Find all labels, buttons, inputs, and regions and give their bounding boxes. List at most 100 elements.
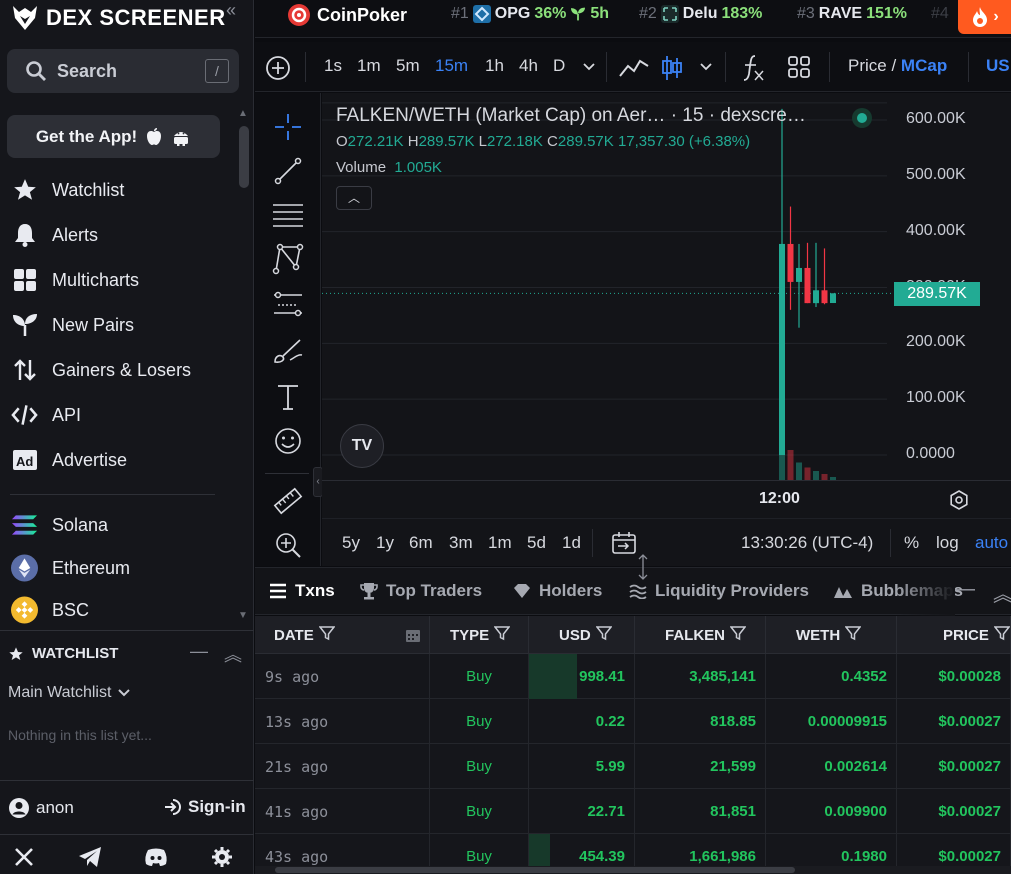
tradingview-logo[interactable]: TV [340,424,384,468]
trending-item-4[interactable]: #4 [931,5,949,23]
column-header-usd[interactable]: USD [529,616,635,654]
expand-up-icon[interactable]: ︽ [224,641,242,667]
filter-icon[interactable] [493,625,511,645]
layouts-icon[interactable] [788,56,810,78]
tab-top-traders[interactable]: Top Traders [360,581,482,601]
logo[interactable]: DEX SCREENER [10,4,226,32]
price-mcap-toggle[interactable]: Price / MCap [848,56,947,76]
user-profile[interactable]: anon [8,797,74,819]
filter-icon[interactable] [993,625,1011,645]
log-scale-button[interactable]: log [936,533,959,553]
sidebar-item-alerts[interactable]: Alerts [11,220,98,250]
table-row[interactable]: 9s ago Buy 998.41 3,485,141 0.4352 $0.00028 [255,654,1011,699]
range-5d[interactable]: 5d [527,533,546,553]
sidebar-scroll-thumb[interactable] [239,126,249,188]
range-1m[interactable]: 1m [488,533,512,553]
sidebar-chain-bsc[interactable]: BSC [11,595,89,625]
filter-icon[interactable] [729,625,747,645]
ruler-tool-icon[interactable] [270,483,306,519]
range-1d[interactable]: 1d [562,533,581,553]
brush-tool-icon[interactable] [270,333,306,369]
go-to-date-icon[interactable] [612,531,636,555]
range-3m[interactable]: 3m [449,533,473,553]
timeframe-1m[interactable]: 1m [357,56,381,76]
range-6m[interactable]: 6m [409,533,433,553]
search-button[interactable]: Search / [7,49,239,93]
sidebar-item-api[interactable]: API [11,400,81,430]
filter-icon[interactable] [595,625,613,645]
text-tool-icon[interactable] [270,379,306,415]
chart-settings-icon[interactable] [948,489,970,511]
trending-item-2[interactable]: #2 Delu 183% [639,5,762,23]
trending-item-1[interactable]: #1 OPG 36% 5h [451,5,609,23]
timeframe-15m[interactable]: 15m [435,56,468,76]
sidebar-item-new-pairs[interactable]: New Pairs [11,310,134,340]
sidebar-scrollbar[interactable]: ▲ ▼ [236,108,250,623]
timeframe-5m[interactable]: 5m [396,56,420,76]
fib-tool-icon[interactable] [270,197,306,233]
sidebar-chain-solana[interactable]: Solana [11,510,108,540]
table-row[interactable]: 41s ago Buy 22.71 81,851 0.009900 $0.00027 [255,789,1011,834]
tab-txns[interactable]: Txns [269,581,335,601]
price-chart[interactable]: FALKEN/WETH (Market Cap) on Aer… · 15 · … [322,93,1011,487]
column-header-falken[interactable]: FALKEN [635,616,766,654]
pattern-tool-icon[interactable] [270,241,306,277]
table-row[interactable]: 43s ago Buy 454.39 1,661,986 0.1980 $0.00027 [255,834,1011,866]
telegram-icon[interactable] [78,845,102,869]
timeframe-1h[interactable]: 1h [485,56,504,76]
sponsor-link[interactable]: CoinPoker [287,3,407,27]
filter-icon[interactable] [318,625,336,645]
watchlist-selector[interactable]: Main Watchlist [8,684,131,702]
sidebar-item-advertise[interactable]: Ad Advertise [11,445,127,475]
column-header-date[interactable]: DATE [255,616,430,654]
chevron-down-icon[interactable] [699,62,713,72]
candles-icon[interactable] [661,55,683,81]
table-scroll-thumb[interactable] [275,867,795,873]
collapse-legend-button[interactable]: ︿ [336,186,372,210]
x-axis[interactable]: 12:00 [322,480,1011,518]
auto-scale-button[interactable]: auto [975,533,1008,553]
range-5y[interactable]: 5y [342,533,360,553]
scroll-up-icon[interactable]: ▲ [238,108,248,119]
zoom-in-tool-icon[interactable] [270,527,306,563]
tab-liquidity-providers[interactable]: Liquidity Providers [629,581,809,601]
percent-scale-button[interactable]: % [904,533,919,553]
calendar-icon[interactable] [405,627,421,647]
scroll-down-icon[interactable]: ▼ [238,610,248,621]
tab-holders[interactable]: Holders [513,581,602,601]
trending-item-3[interactable]: #3 RAVE 151% [797,5,907,23]
settings-icon[interactable] [210,845,234,869]
add-symbol-icon[interactable] [265,55,291,81]
timeframe-d[interactable]: D [553,56,565,76]
table-row[interactable]: 13s ago Buy 0.22 818.85 0.00009915 $0.00027 [255,699,1011,744]
filter-icon[interactable] [844,625,862,645]
timeframe-1s[interactable]: 1s [324,56,342,76]
resize-handle-icon[interactable] [637,554,649,580]
crosshair-tool-icon[interactable] [270,109,306,145]
emoji-tool-icon[interactable] [270,423,306,459]
get-app-button[interactable]: Get the App! [7,115,220,158]
table-horizontal-scrollbar[interactable] [255,866,1011,874]
trending-fire-button[interactable]: › [958,0,1011,34]
column-header-weth[interactable]: WETH [766,616,897,654]
line-chart-icon[interactable] [619,56,649,78]
discord-icon[interactable] [144,845,168,869]
indicators-icon[interactable] [741,54,765,82]
range-1y[interactable]: 1y [376,533,394,553]
sidebar-chain-ethereum[interactable]: Ethereum [11,553,130,583]
sidebar-item-gainers-losers[interactable]: Gainers & Losers [11,355,191,385]
chevron-down-icon[interactable] [582,62,596,72]
column-header-price[interactable]: PRICE [897,616,1011,654]
minimize-panel-icon[interactable]: — [955,578,975,607]
timeframe-4h[interactable]: 4h [519,56,538,76]
x-icon[interactable] [12,845,36,869]
forecast-tool-icon[interactable] [270,287,306,323]
expand-panel-icon[interactable]: ︽ [993,578,1011,607]
table-row[interactable]: 21s ago Buy 5.99 21,599 0.002614 $0.00027 [255,744,1011,789]
chart-clock[interactable]: 13:30:26 (UTC-4) [741,533,873,553]
currency-toggle[interactable]: US [986,56,1010,76]
trend-line-tool-icon[interactable] [270,153,306,189]
minimize-icon[interactable]: — [190,641,208,667]
sign-in-button[interactable]: Sign-in [164,797,246,817]
sidebar-item-multicharts[interactable]: Multicharts [11,265,139,295]
